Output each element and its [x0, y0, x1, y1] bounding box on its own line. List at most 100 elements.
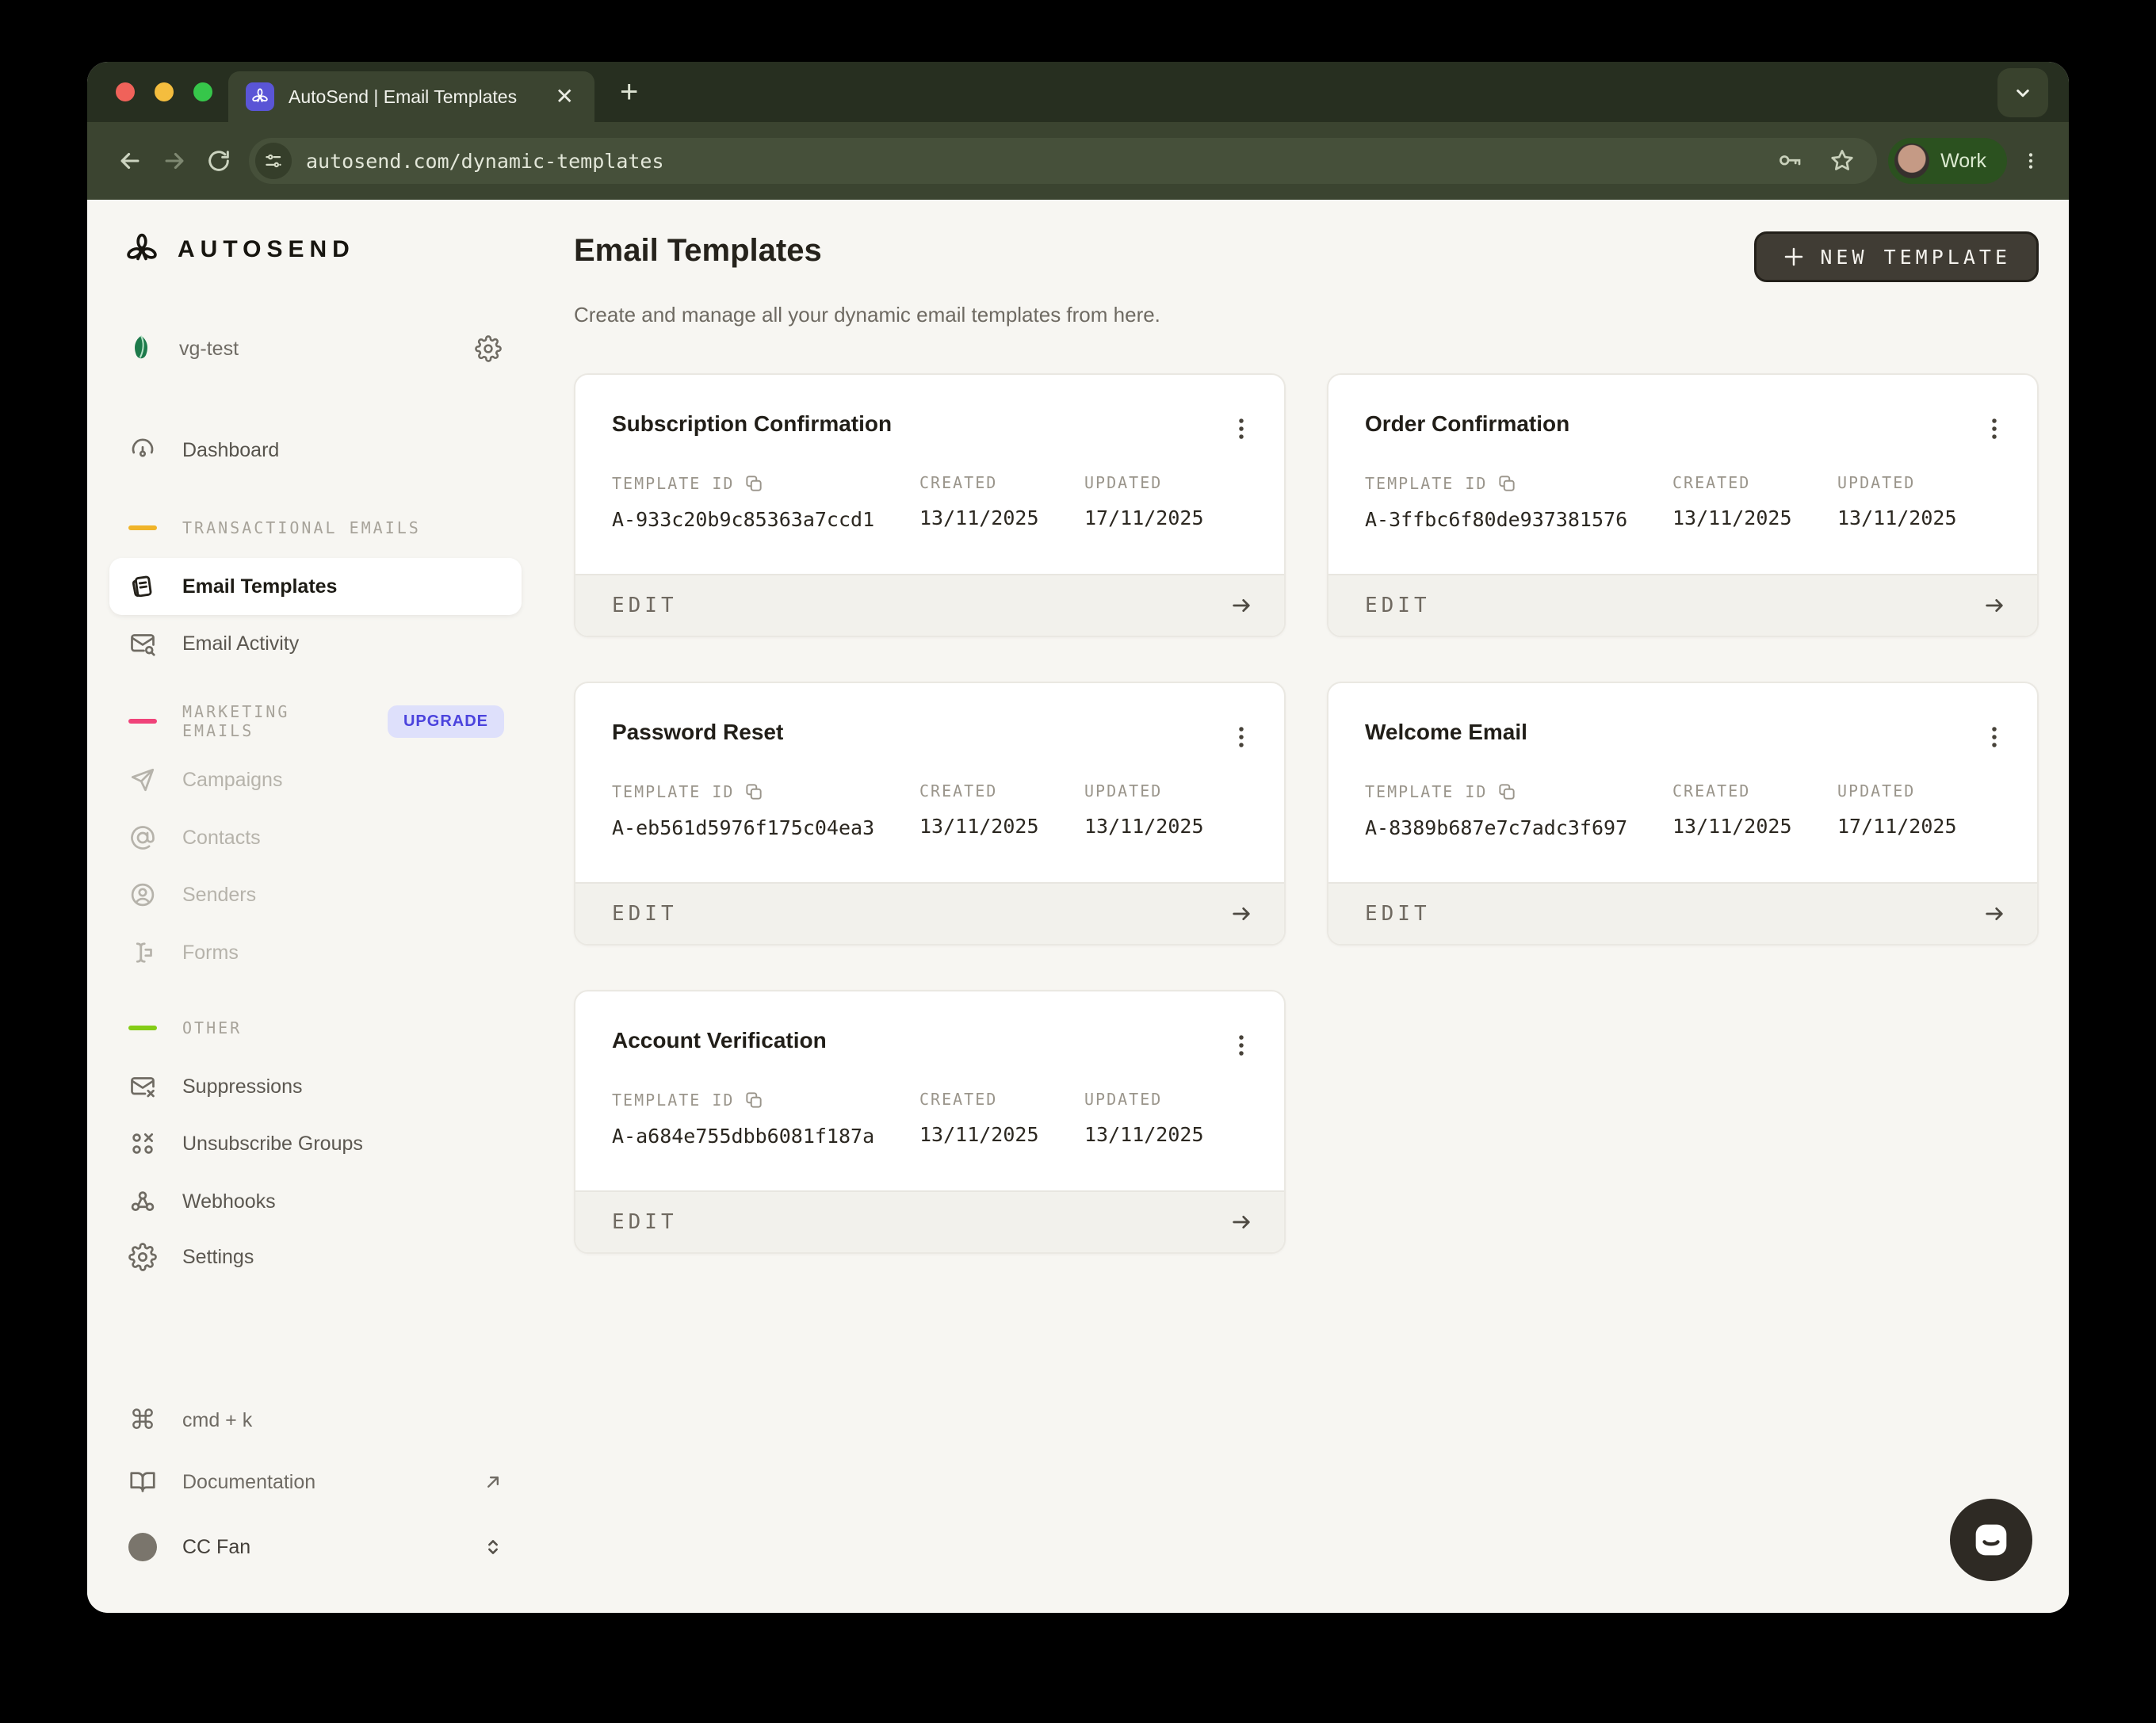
section-other: OTHER	[109, 1014, 522, 1042]
template-name: Account Verification	[612, 1028, 1252, 1053]
app-content: AUTOSEND vg-test Dashboard TRANSACT	[87, 200, 2069, 1613]
command-palette-shortcut[interactable]: ⌘ cmd + k	[109, 1398, 522, 1442]
back-button[interactable]	[108, 139, 152, 183]
tab-close-icon[interactable]: ✕	[552, 82, 577, 111]
sidebar-item-email-templates[interactable]: Email Templates	[109, 558, 522, 615]
reload-icon	[206, 148, 231, 174]
copy-icon[interactable]	[744, 473, 764, 494]
card-menu-button[interactable]	[1978, 720, 2010, 755]
copy-icon[interactable]	[1497, 473, 1517, 494]
created-value: 13/11/2025	[919, 1123, 1084, 1146]
updated-value: 13/11/2025	[1084, 815, 1204, 838]
card-menu-button[interactable]	[1225, 411, 1257, 446]
sidebar-item-settings[interactable]: Settings	[109, 1235, 522, 1279]
password-key-icon[interactable]	[1776, 147, 1804, 175]
sidebar-item-label: Senders	[182, 884, 256, 907]
autosend-favicon-icon	[246, 82, 274, 111]
section-accent-dash	[128, 719, 157, 724]
edit-label: EDIT	[612, 594, 678, 617]
created-label: CREATED	[1672, 781, 1837, 800]
url-bar[interactable]: autosend.com/dynamic-templates	[249, 138, 1877, 184]
chat-smile-icon	[1968, 1517, 2014, 1563]
created-label: CREATED	[919, 781, 1084, 800]
sidebar: AUTOSEND vg-test Dashboard TRANSACT	[87, 200, 550, 1613]
tab-title: AutoSend | Email Templates	[289, 86, 538, 108]
sidebar-item-documentation[interactable]: Documentation	[109, 1460, 522, 1504]
created-label: CREATED	[919, 1090, 1084, 1109]
account-name: CC Fan	[182, 1536, 250, 1559]
url-text[interactable]: autosend.com/dynamic-templates	[306, 150, 664, 173]
account-avatar	[127, 1531, 159, 1563]
main-panel: Email Templates NEW TEMPLATE Create and …	[550, 200, 2069, 1613]
page-title: Email Templates	[574, 231, 822, 269]
copy-icon[interactable]	[744, 1090, 764, 1110]
arrow-right-icon	[1229, 901, 1254, 926]
external-link-icon	[482, 1471, 504, 1493]
sidebar-item-email-activity[interactable]: Email Activity	[109, 621, 522, 666]
arrow-right-icon	[161, 147, 188, 174]
template-card: Subscription Confirmation TEMPLATE ID A-…	[574, 373, 1286, 637]
sidebar-item-label: Webhooks	[182, 1190, 276, 1213]
reload-button[interactable]	[197, 139, 241, 183]
account-switcher[interactable]: CC Fan	[109, 1525, 522, 1569]
edit-template-button[interactable]: EDIT	[575, 1190, 1284, 1252]
site-settings-icon[interactable]	[255, 143, 292, 179]
upgrade-badge[interactable]: UPGRADE	[388, 705, 504, 738]
edit-template-button[interactable]: EDIT	[1328, 574, 2037, 636]
browser-menu-button[interactable]	[2013, 139, 2048, 183]
sidebar-item-unsubscribe-groups[interactable]: Unsubscribe Groups	[109, 1121, 522, 1166]
sidebar-item-label: Settings	[182, 1246, 254, 1269]
template-name: Welcome Email	[1365, 720, 2005, 745]
sidebar-item-webhooks[interactable]: Webhooks	[109, 1179, 522, 1224]
new-template-label: NEW TEMPLATE	[1820, 246, 2011, 269]
template-id-label: TEMPLATE ID	[612, 782, 734, 801]
sidebar-item-campaigns[interactable]: Campaigns	[109, 758, 522, 802]
template-card: Welcome Email TEMPLATE ID A-8389b687e7c7…	[1327, 682, 2039, 946]
traffic-lights	[116, 82, 212, 101]
template-card: Account Verification TEMPLATE ID A-a684e…	[574, 990, 1286, 1254]
updated-label: UPDATED	[1837, 473, 1957, 492]
edit-template-button[interactable]: EDIT	[575, 574, 1284, 636]
active-tab[interactable]: AutoSend | Email Templates ✕	[228, 71, 594, 122]
card-menu-button[interactable]	[1225, 720, 1257, 755]
plus-icon	[1782, 245, 1806, 269]
close-window-button[interactable]	[116, 82, 135, 101]
toolbar-collapse-button[interactable]	[1997, 68, 2048, 117]
new-tab-button[interactable]: +	[620, 76, 638, 108]
profile-avatar	[1894, 143, 1929, 178]
template-id-value: A-a684e755dbb6081f187a	[612, 1125, 919, 1148]
mail-search-icon	[127, 628, 159, 659]
edit-template-button[interactable]: EDIT	[1328, 882, 2037, 944]
zoom-window-button[interactable]	[193, 82, 212, 101]
updated-label: UPDATED	[1084, 781, 1204, 800]
new-template-button[interactable]: NEW TEMPLATE	[1754, 231, 2039, 282]
copy-icon[interactable]	[744, 781, 764, 802]
workspace-switcher[interactable]: vg-test	[109, 327, 522, 371]
bookmark-star-icon[interactable]	[1828, 147, 1856, 175]
edit-template-button[interactable]: EDIT	[575, 882, 1284, 944]
copy-icon[interactable]	[1497, 781, 1517, 802]
shortcut-label: cmd + k	[182, 1409, 252, 1432]
omnibox-actions	[1776, 147, 1856, 175]
updated-value: 13/11/2025	[1084, 1123, 1204, 1146]
gauge-icon	[127, 434, 159, 466]
minimize-window-button[interactable]	[155, 82, 174, 101]
card-menu-button[interactable]	[1225, 1028, 1257, 1063]
updated-value: 17/11/2025	[1084, 506, 1204, 529]
chat-widget-button[interactable]	[1950, 1499, 2032, 1581]
forward-button[interactable]	[152, 139, 197, 183]
gear-icon	[127, 1241, 159, 1273]
autosend-logo-icon	[124, 231, 160, 268]
workspace-settings-gear-icon[interactable]	[472, 333, 504, 365]
workspace-name: vg-test	[179, 338, 449, 361]
created-label: CREATED	[919, 473, 1084, 492]
card-menu-button[interactable]	[1978, 411, 2010, 446]
page-subtitle: Create and manage all your dynamic email…	[574, 303, 2039, 327]
sidebar-item-senders[interactable]: Senders	[109, 873, 522, 917]
sidebar-item-contacts[interactable]: Contacts	[109, 816, 522, 860]
templates-grid: Subscription Confirmation TEMPLATE ID A-…	[574, 373, 2039, 1254]
sidebar-item-suppressions[interactable]: Suppressions	[109, 1064, 522, 1109]
browser-profile-chip[interactable]: Work	[1888, 138, 2007, 184]
sidebar-item-dashboard[interactable]: Dashboard	[109, 428, 522, 472]
sidebar-item-forms[interactable]: Forms	[109, 930, 522, 975]
